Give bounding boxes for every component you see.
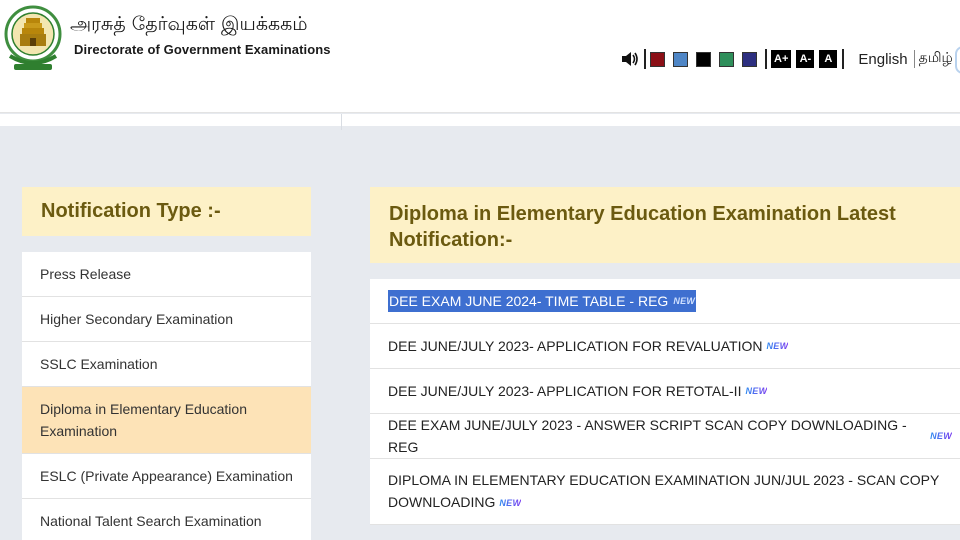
sidebar-item-label: ESLC (Private Appearance) Examination [40,468,293,484]
content-top-strip [0,114,960,126]
sidebar-item-diploma-elementary[interactable]: Diploma in Elementary Education Examinat… [22,387,311,454]
language-tamil-link[interactable]: தமிழ் [919,50,953,68]
notification-type-list: Press Release Higher Secondary Examinati… [22,252,311,540]
sidebar-item-label: National Talent Search Examination [40,513,262,529]
accessibility-toolbar: A+ A- A English தமிழ் [620,48,953,70]
notification-label: DEE JUNE/JULY 2023- APPLICATION FOR RETO… [388,383,742,399]
notification-label-text: DIPLOMA IN ELEMENTARY EDUCATION EXAMINAT… [388,471,940,510]
new-badge: NEW [930,425,952,447]
speaker-icon[interactable] [620,49,640,69]
language-divider [913,50,915,68]
notification-label: DIPLOMA IN ELEMENTARY EDUCATION EXAMINAT… [388,469,948,514]
font-increase-button[interactable]: A+ [771,50,792,68]
sidebar-item-higher-secondary[interactable]: Higher Secondary Examination [22,297,311,342]
sidebar-item-press-release[interactable]: Press Release [22,252,311,297]
sidebar-item-label: Press Release [40,266,132,282]
font-reset-button[interactable]: A [819,50,838,68]
site-header: அரசுத் தேர்வுகள் இயக்ககம் Directorate of… [0,0,960,113]
notification-label: DEE EXAM JUNE/JULY 2023 - ANSWER SCRIPT … [388,417,907,455]
notification-label: DEE EXAM JUNE 2024- TIME TABLE - REG [388,290,670,312]
sidebar-item-national-talent[interactable]: National Talent Search Examination [22,499,311,540]
sidebar-item-sslc[interactable]: SSLC Examination [22,342,311,387]
language-english-link[interactable]: English [858,51,907,68]
search-toggle-button[interactable] [955,46,960,74]
column-divider [341,114,342,130]
theme-black-button[interactable] [696,51,711,67]
theme-red-button[interactable] [650,51,665,67]
new-badge: NEW [745,380,767,402]
notification-link[interactable]: DEE JUNE/JULY 2023- APPLICATION FOR REVA… [370,324,960,369]
notifications-heading-text: Diploma in Elementary Education Examinat… [389,203,896,251]
notification-link[interactable]: DEE JUNE/JULY 2023- APPLICATION FOR RETO… [370,369,960,414]
sidebar-item-label: Diploma in Elementary Education Examinat… [40,401,247,439]
toolbar-divider [842,49,845,69]
site-title-tamil: அரசுத் தேர்வுகள் இயக்ககம் [70,13,308,35]
theme-navy-button[interactable] [742,51,757,67]
tamilnadu-emblem-icon[interactable] [4,4,62,74]
font-decrease-button[interactable]: A- [796,50,815,68]
sidebar-heading: Notification Type :- [22,187,311,236]
new-badge: NEW [669,290,697,312]
toolbar-divider [644,49,646,69]
toolbar-divider [765,49,767,69]
new-badge: NEW [766,335,788,357]
theme-blue-button[interactable] [673,51,688,67]
notifications-heading: Diploma in Elementary Education Examinat… [370,187,960,263]
notification-link[interactable]: DEE EXAM JUNE 2024- TIME TABLE - REG NEW [370,279,960,324]
sidebar-item-label: Higher Secondary Examination [40,311,233,327]
sidebar-item-label: SSLC Examination [40,356,158,372]
new-badge: NEW [499,492,521,514]
notification-label: DEE JUNE/JULY 2023- APPLICATION FOR REVA… [388,338,763,354]
theme-green-button[interactable] [719,51,734,67]
notification-list: DEE EXAM JUNE 2024- TIME TABLE - REG NEW … [370,279,960,525]
sidebar-heading-text: Notification Type :- [41,200,221,222]
site-title-english: Directorate of Government Examinations [74,42,331,57]
notification-link[interactable]: DEE EXAM JUNE/JULY 2023 - ANSWER SCRIPT … [370,414,960,459]
sidebar-item-eslc[interactable]: ESLC (Private Appearance) Examination [22,454,311,499]
notification-link[interactable]: DIPLOMA IN ELEMENTARY EDUCATION EXAMINAT… [370,459,960,525]
